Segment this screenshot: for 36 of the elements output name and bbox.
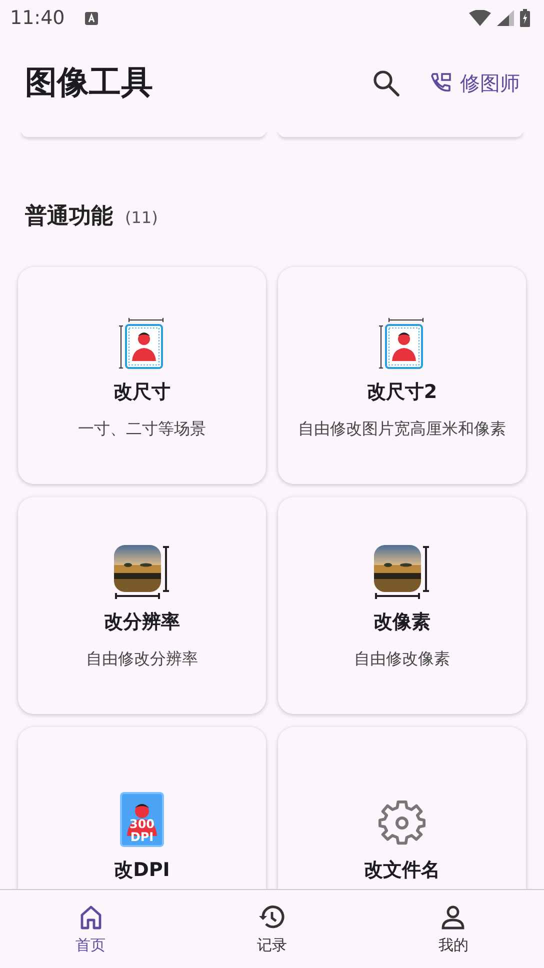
history-icon bbox=[258, 904, 285, 930]
battery-icon bbox=[520, 9, 530, 27]
card-description: 一寸、二寸等场景 bbox=[78, 419, 206, 440]
card-description: 自由修改像素 bbox=[354, 649, 450, 670]
card-description: 自由修改分辨率 bbox=[86, 649, 198, 670]
tool-card[interactable]: 改尺寸 一寸、二寸等场景 bbox=[18, 267, 266, 484]
status-time: 11:40 bbox=[10, 7, 65, 29]
card-title: 改分辨率 bbox=[104, 610, 180, 636]
photo-resize-icon bbox=[374, 545, 430, 600]
card-title: 改尺寸 bbox=[114, 380, 170, 406]
phone-icon bbox=[430, 72, 452, 94]
card-title: 改尺寸2 bbox=[366, 380, 438, 406]
card-title: 改像素 bbox=[374, 610, 430, 636]
signal-icon bbox=[497, 10, 514, 26]
section-title: 普通功能 bbox=[25, 202, 113, 231]
card-title: 改DPI bbox=[114, 858, 170, 882]
wifi-icon bbox=[469, 10, 491, 26]
app-title: 图像工具 bbox=[25, 62, 153, 103]
nav-tab[interactable]: 首页 bbox=[0, 890, 182, 968]
nav-tab[interactable]: 记录 bbox=[181, 890, 363, 968]
keyboard-notification-icon bbox=[84, 12, 98, 24]
settings-icon bbox=[378, 798, 426, 846]
id-photo-icon bbox=[119, 317, 165, 370]
tool-card[interactable]: 改文件名 bbox=[278, 727, 526, 889]
photo-resize-icon bbox=[114, 545, 170, 600]
person-icon bbox=[440, 904, 466, 930]
tool-card[interactable]: 改分辨率 自由修改分辨率 bbox=[18, 497, 266, 714]
item-count: (11) bbox=[125, 208, 158, 227]
tool-card[interactable]: 改像素 自由修改像素 bbox=[278, 497, 526, 714]
retoucher-button[interactable]: 修图师 bbox=[430, 70, 520, 96]
id-photo-icon bbox=[379, 317, 425, 370]
nav-tab[interactable]: 我的 bbox=[362, 890, 544, 968]
tool-card[interactable]: 改尺寸2 自由修改图片宽高厘米和像素 bbox=[278, 267, 526, 484]
search-icon bbox=[372, 69, 400, 97]
card-title: 改文件名 bbox=[364, 858, 440, 882]
card-description: 自由修改图片宽高厘米和像素 bbox=[298, 419, 506, 440]
